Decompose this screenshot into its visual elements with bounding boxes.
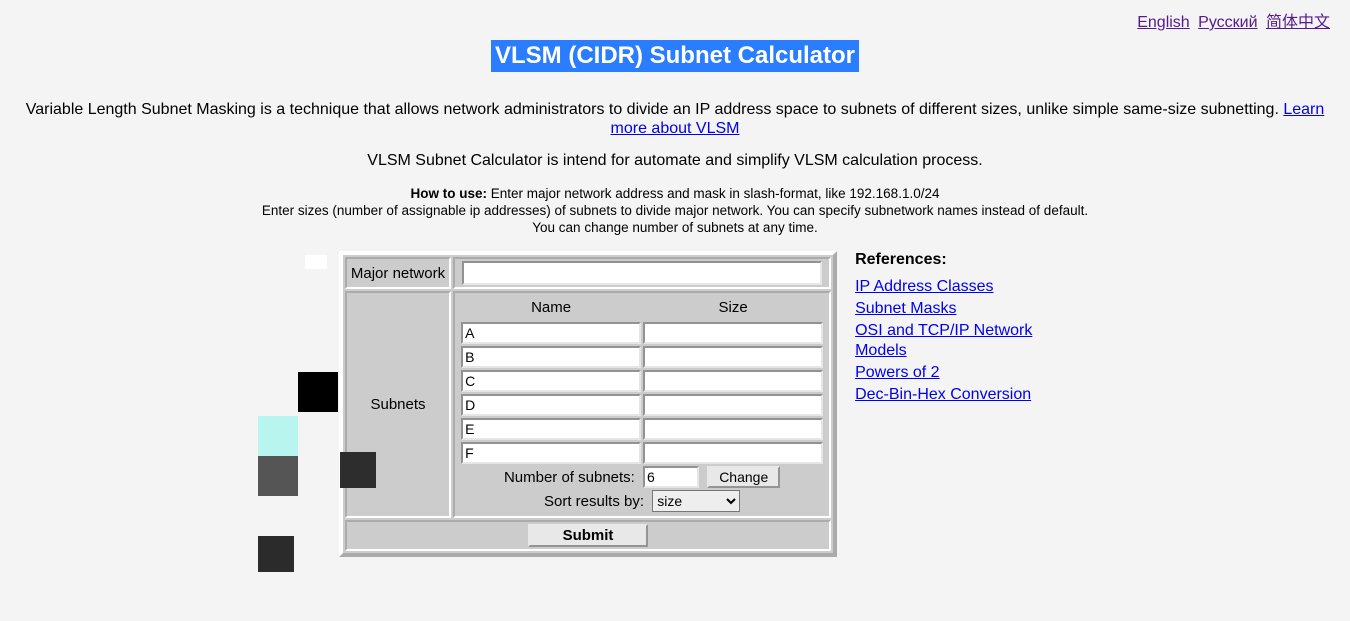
subnet-size-input[interactable] (643, 394, 823, 416)
subnet-row (461, 394, 823, 416)
ref-link[interactable]: Subnet Masks (855, 299, 1045, 319)
howto-line3: You can change number of subnets at any … (532, 220, 817, 235)
sort-label: Sort results by: (544, 493, 644, 510)
language-switcher: English Русский 简体中文 (1135, 8, 1332, 32)
howto-line2: Enter sizes (number of assignable ip add… (262, 203, 1088, 218)
subnet-size-input[interactable] (643, 370, 823, 392)
subnet-size-input[interactable] (643, 442, 823, 464)
major-network-label: Major network (345, 257, 451, 289)
subnet-row (461, 322, 823, 344)
description: Variable Length Subnet Masking is a tech… (20, 100, 1330, 138)
calculator-form: Major network Subnets Name Size (339, 251, 837, 557)
ref-link[interactable]: OSI and TCP/IP Network Models (855, 321, 1045, 361)
decorative-box (305, 255, 327, 269)
major-network-input[interactable] (462, 261, 822, 285)
description-text: Variable Length Subnet Masking is a tech… (26, 101, 1284, 118)
col-name-header: Name (461, 297, 641, 320)
subnet-name-input[interactable] (461, 442, 641, 464)
references-title: References: (855, 251, 1045, 269)
decorative-block (258, 536, 294, 572)
subnet-row (461, 418, 823, 440)
num-subnets-label: Number of subnets: (504, 469, 635, 486)
references-panel: References: IP Address Classes Subnet Ma… (855, 251, 1045, 407)
page-title: VLSM (CIDR) Subnet Calculator (491, 40, 859, 72)
col-size-header: Size (643, 297, 823, 320)
subnet-size-input[interactable] (643, 418, 823, 440)
subnet-row (461, 370, 823, 392)
lang-russian[interactable]: Русский (1198, 14, 1257, 31)
submit-button[interactable]: Submit (528, 524, 648, 547)
subnets-table: Name Size Number of subnets: Change (459, 295, 825, 514)
subnet-name-input[interactable] (461, 346, 641, 368)
ref-link[interactable]: IP Address Classes (855, 277, 1045, 297)
subnet-row (461, 442, 823, 464)
subnet-name-input[interactable] (461, 418, 641, 440)
decorative-block (340, 452, 376, 488)
decorative-block (298, 372, 338, 412)
subnet-name-input[interactable] (461, 394, 641, 416)
subnet-name-input[interactable] (461, 322, 641, 344)
subnet-row (461, 346, 823, 368)
howto-line1: Enter major network address and mask in … (487, 186, 939, 201)
how-to-use: How to use: Enter major network address … (0, 186, 1350, 237)
change-button[interactable]: Change (707, 466, 780, 488)
howto-label: How to use: (411, 186, 488, 201)
lang-english[interactable]: English (1137, 14, 1189, 31)
lang-chinese[interactable]: 简体中文 (1266, 14, 1330, 31)
sort-select[interactable]: size (652, 490, 740, 512)
decorative-block (258, 416, 298, 456)
ref-link[interactable]: Powers of 2 (855, 363, 1045, 383)
subnet-size-input[interactable] (643, 346, 823, 368)
subnet-name-input[interactable] (461, 370, 641, 392)
subnet-size-input[interactable] (643, 322, 823, 344)
decorative-block (258, 456, 298, 496)
ref-link[interactable]: Dec-Bin-Hex Conversion (855, 385, 1045, 405)
num-subnets-input[interactable] (643, 466, 699, 488)
subtitle: VLSM Subnet Calculator is intend for aut… (20, 152, 1330, 170)
